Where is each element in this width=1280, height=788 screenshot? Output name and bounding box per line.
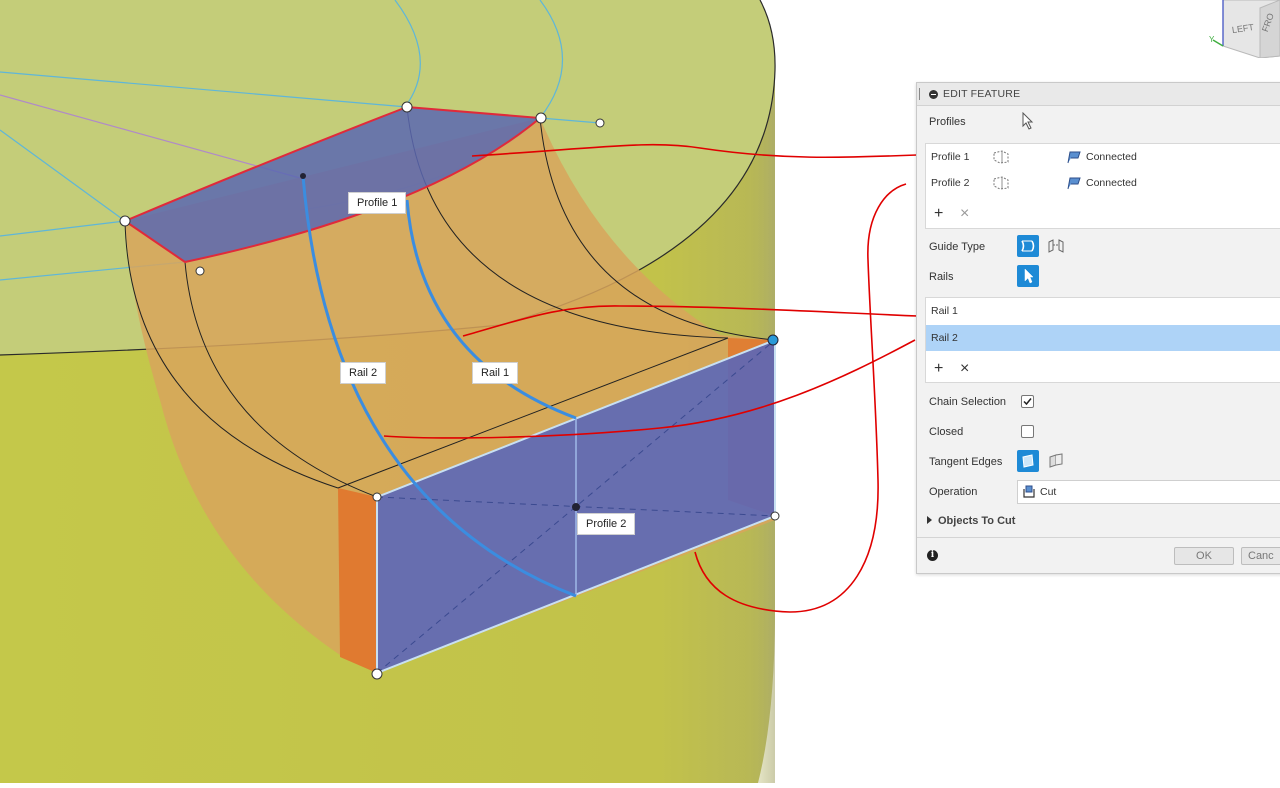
operation-label: Operation — [929, 486, 978, 498]
objects-to-cut-section[interactable]: Objects To Cut — [927, 515, 1015, 527]
viewcube[interactable]: LEFT FRO Y — [1205, 0, 1280, 58]
guide-type-label: Guide Type — [929, 241, 986, 253]
rail-row-2[interactable]: Rail 2 — [926, 325, 1280, 351]
closed-checkbox[interactable] — [1021, 425, 1034, 438]
edit-feature-panel: EDIT FEATURE Profiles Profile 1 Connecte… — [916, 82, 1280, 574]
centerline-guide-icon — [1048, 239, 1064, 253]
drag-grip-icon[interactable] — [919, 88, 924, 100]
connected-icon — [1067, 177, 1081, 190]
select-cursor-icon — [1024, 268, 1034, 284]
add-rail-button[interactable]: + — [934, 361, 943, 377]
profile-row-1[interactable]: Profile 1 Connected — [926, 144, 1280, 170]
rail-endpoint — [767, 334, 779, 346]
profile-2-canvas-label[interactable]: Profile 2 — [577, 513, 636, 535]
end-face-left — [338, 488, 377, 673]
closed-label: Closed — [929, 426, 964, 438]
rails-guide-icon — [1021, 240, 1035, 252]
footer-divider — [917, 537, 1280, 538]
rails-label: Rails — [929, 271, 954, 283]
profile-row-status: Connected — [1086, 151, 1137, 163]
profiles-select-cursor-icon[interactable] — [1021, 112, 1035, 130]
rail-row-name: Rail 1 — [931, 305, 958, 317]
remove-profile-button[interactable]: × — [960, 206, 969, 222]
expand-triangle-icon — [927, 516, 932, 524]
rail-row-1[interactable]: Rail 1 — [926, 298, 1280, 324]
profile-row-name: Profile 2 — [931, 177, 970, 189]
cancel-button[interactable]: Canc — [1241, 547, 1280, 565]
chain-selection-checkbox[interactable] — [1021, 395, 1034, 408]
add-profile-button[interactable]: + — [934, 206, 943, 222]
connected-icon — [1067, 151, 1081, 164]
tangent-edges-label: Tangent Edges — [929, 456, 1003, 468]
rails-select-button[interactable] — [1017, 265, 1039, 287]
svg-text:Y: Y — [1209, 35, 1215, 44]
info-icon[interactable]: i — [927, 550, 938, 561]
profiles-label: Profiles — [929, 116, 966, 128]
rails-list: Rail 1 Rail 2 + × — [925, 297, 1280, 383]
chain-selection-label: Chain Selection — [929, 396, 1007, 408]
profile-row-name: Profile 1 — [931, 151, 970, 163]
merge-tangent-icon — [1022, 454, 1034, 468]
cut-operation-icon — [1023, 485, 1035, 498]
operation-dropdown[interactable]: Cut — [1017, 480, 1280, 504]
keep-tangent-icon — [1049, 453, 1063, 468]
collapse-icon[interactable] — [929, 89, 938, 99]
objects-to-cut-label: Objects To Cut — [938, 515, 1016, 527]
tangent-edges-keep-button[interactable] — [1045, 450, 1067, 472]
rail-1-canvas-label[interactable]: Rail 1 — [472, 362, 519, 384]
checkmark-icon — [1023, 398, 1032, 406]
profile-shape-icon[interactable] — [992, 176, 1010, 190]
panel-header[interactable]: EDIT FEATURE — [917, 83, 1280, 106]
profile-shape-icon[interactable] — [992, 150, 1010, 164]
ok-button[interactable]: OK — [1174, 547, 1234, 565]
profiles-list: Profile 1 Connected Profile 2 Connected … — [925, 143, 1280, 229]
panel-title: EDIT FEATURE — [943, 88, 1021, 100]
operation-value: Cut — [1040, 486, 1057, 498]
tangent-edges-merge-button[interactable] — [1017, 450, 1039, 472]
profile-row-2[interactable]: Profile 2 Connected — [926, 170, 1280, 196]
profile-row-status: Connected — [1086, 177, 1137, 189]
rail-row-name: Rail 2 — [931, 332, 958, 344]
guide-type-centerline-button[interactable] — [1045, 235, 1067, 257]
rail-2-canvas-label[interactable]: Rail 2 — [340, 362, 387, 384]
remove-rail-button[interactable]: × — [960, 361, 969, 377]
profile-1-canvas-label[interactable]: Profile 1 — [348, 192, 407, 214]
guide-type-rails-button[interactable] — [1017, 235, 1039, 257]
